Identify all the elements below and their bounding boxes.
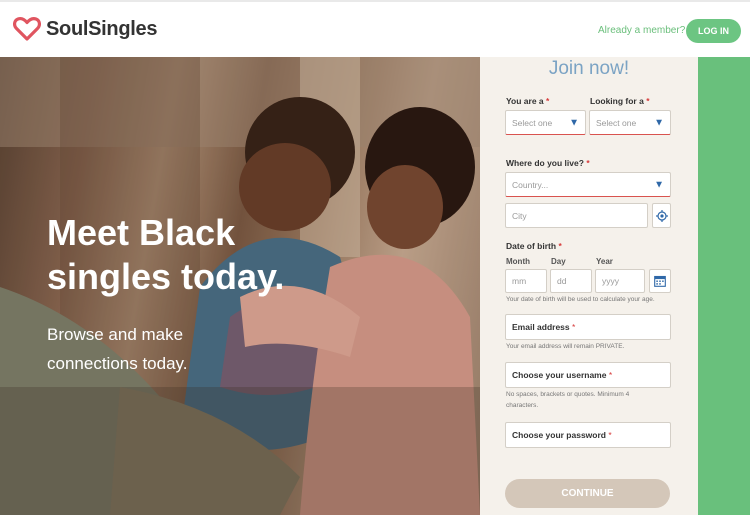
site-header: SoulSingles Already a member? LOG IN (0, 0, 750, 57)
logo-text: SoulSingles (46, 17, 158, 40)
email-field[interactable]: Email address * (505, 314, 671, 340)
crosshair-icon (655, 209, 668, 222)
locate-me-button[interactable] (652, 203, 671, 228)
chevron-down-icon: ▼ (654, 179, 664, 190)
hero-title: Meet Black singles today. (47, 212, 285, 297)
looking-for-select[interactable]: Select one ▼ (589, 110, 671, 135)
username-field[interactable]: Choose your username * (505, 362, 671, 388)
calendar-icon (654, 275, 666, 287)
location-label: Where do you live? * (506, 158, 590, 168)
hero-subtitle: Browse and make connections today. (47, 325, 188, 373)
day-label: Day (551, 257, 566, 266)
chevron-down-icon: ▼ (654, 117, 664, 128)
birth-year-input[interactable]: yyyy (595, 269, 645, 293)
chevron-down-icon: ▼ (569, 117, 579, 128)
hero-photo: Meet Black singles today. Browse and mak… (0, 57, 480, 515)
birth-month-input[interactable]: mm (505, 269, 547, 293)
password-field[interactable]: Choose your password * (505, 422, 671, 448)
continue-button[interactable]: CONTINUE (505, 479, 670, 508)
heart-outline-icon (13, 16, 41, 41)
calendar-button[interactable] (649, 269, 671, 293)
city-input[interactable]: City (505, 203, 648, 228)
looking-for-label: Looking for a * (590, 96, 650, 106)
you-are-select[interactable]: Select one ▼ (505, 110, 586, 135)
birth-day-input[interactable]: dd (550, 269, 592, 293)
month-label: Month (506, 257, 530, 266)
year-label: Year (596, 257, 613, 266)
already-member-text: Already a member? (598, 25, 686, 36)
country-select[interactable]: Country... ▼ (505, 172, 671, 197)
you-are-label: You are a * (506, 96, 550, 106)
logo[interactable]: SoulSingles (13, 16, 157, 42)
login-button[interactable]: LOG IN (686, 19, 741, 43)
email-help-text: Your email address will remain PRIVATE. (506, 343, 625, 350)
username-help-text: No spaces, brackets or quotes. Minimum 4… (506, 391, 630, 409)
dob-label: Date of birth * (506, 241, 562, 251)
dob-help-text: Your date of birth will be used to calcu… (506, 296, 655, 303)
side-accent-strip (698, 57, 750, 515)
join-heading: Join now! (548, 58, 630, 79)
